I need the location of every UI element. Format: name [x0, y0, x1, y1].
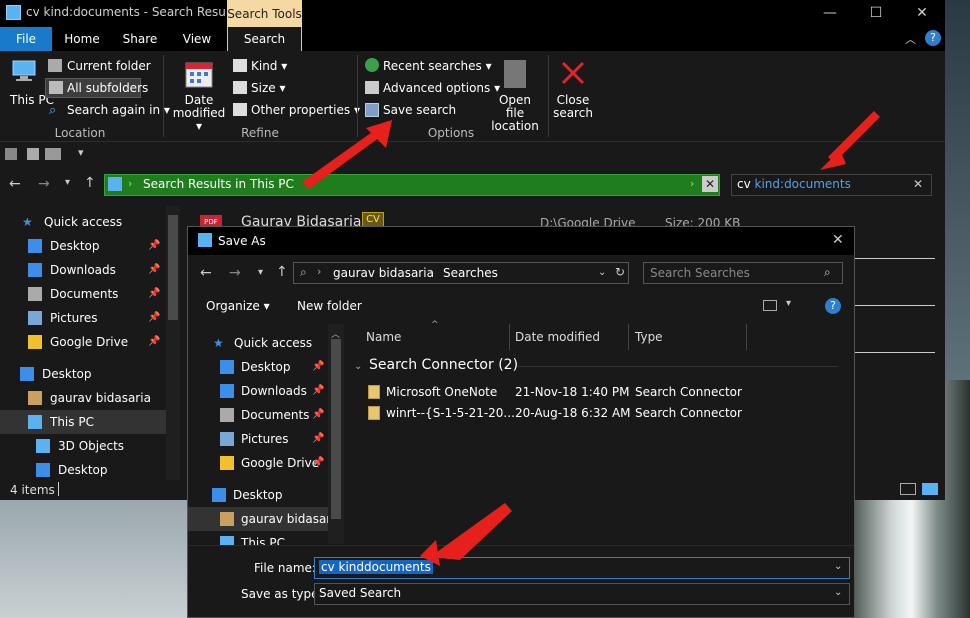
annotation-overlay: [302, 111, 880, 566]
red-arrow-annotation: [430, 503, 512, 560]
red-arrow-annotation: [302, 130, 380, 189]
red-arrow-annotation: [420, 540, 440, 566]
